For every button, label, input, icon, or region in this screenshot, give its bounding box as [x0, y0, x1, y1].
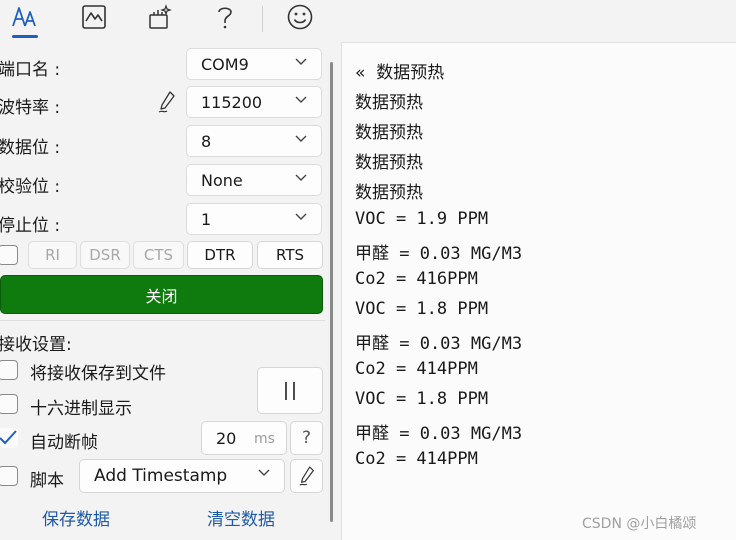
dsr-indicator: DSR: [80, 241, 130, 269]
auto-frame-label: 自动断帧: [30, 433, 98, 453]
active-tab-indicator: [12, 35, 38, 38]
section-divider: [0, 320, 325, 321]
chevron-down-icon: [295, 174, 307, 181]
log-line: 甲醛 = 0.03 MG/M3: [355, 424, 523, 444]
edit-script-button[interactable]: [290, 459, 323, 493]
log-line: 数据预热: [355, 183, 423, 203]
log-line: VOC = 1.9 PPM: [355, 209, 489, 229]
log-line: 数据预热: [355, 123, 423, 143]
chevron-down-icon: [258, 469, 270, 476]
port-label: 端口名 :: [0, 60, 61, 80]
auto-frame-checkbox[interactable]: [0, 428, 18, 448]
ri-indicator: RI: [28, 241, 77, 269]
databits-value: 8: [201, 132, 212, 151]
stopbits-value: 1: [201, 210, 212, 229]
receive-log-panel[interactable]: « 数据预热 数据预热 数据预热 数据预热 数据预热 VOC = 1.9 PPM…: [341, 42, 736, 540]
auto-frame-value: 20: [216, 429, 237, 448]
script-option: Add Timestamp: [94, 466, 228, 486]
hex-display-checkbox[interactable]: [0, 394, 18, 414]
pen-icon: [299, 466, 314, 486]
chevron-down-icon: [295, 135, 307, 142]
receive-settings-title: 接收设置:: [0, 335, 72, 355]
auto-frame-help-button[interactable]: ?: [290, 421, 323, 455]
magic-wand-icon[interactable]: [145, 2, 175, 32]
baud-value: 115200: [201, 93, 263, 112]
dtr-toggle[interactable]: DTR: [187, 241, 253, 269]
baud-select[interactable]: 115200: [186, 86, 322, 118]
flow-control-checkbox[interactable]: [0, 245, 18, 265]
databits-label: 数据位 :: [0, 138, 61, 158]
parity-label: 校验位 :: [0, 177, 61, 197]
toolbar: [0, 0, 736, 40]
stopbits-label: 停止位 :: [0, 216, 61, 236]
stopbits-select[interactable]: 1: [186, 203, 322, 235]
smiley-icon[interactable]: [285, 2, 315, 32]
port-value: COM9: [201, 55, 249, 74]
save-to-file-checkbox[interactable]: [0, 360, 18, 380]
log-line: 甲醛 = 0.03 MG/M3: [355, 244, 523, 264]
chevron-down-icon: [295, 213, 307, 220]
cts-indicator: CTS: [133, 241, 184, 269]
log-line: VOC = 1.8 PPM: [355, 299, 489, 319]
log-line: Co2 = 414PPM: [355, 359, 478, 379]
script-label: 脚本: [30, 471, 64, 491]
watermark: CSDN @小白橘颂: [582, 516, 697, 532]
rts-toggle[interactable]: RTS: [257, 241, 323, 269]
script-checkbox[interactable]: [0, 466, 18, 486]
log-line: « 数据预热: [355, 63, 445, 83]
hex-display-label: 十六进制显示: [30, 399, 132, 419]
auto-frame-ms-input[interactable]: 20 ms: [201, 421, 287, 455]
save-to-file-label: 将接收保存到文件: [30, 364, 166, 384]
log-line: 数据预热: [355, 153, 423, 173]
log-line: 数据预热: [355, 93, 423, 113]
clear-data-button[interactable]: 清空数据: [207, 505, 275, 530]
pause-icon: [285, 381, 295, 400]
help-icon[interactable]: [210, 2, 240, 32]
chevron-down-icon: [295, 96, 307, 103]
settings-scrollbar[interactable]: [330, 62, 333, 522]
close-port-button[interactable]: 关闭: [0, 275, 323, 314]
databits-select[interactable]: 8: [186, 125, 322, 157]
script-select[interactable]: Add Timestamp: [79, 459, 285, 493]
parity-value: None: [201, 171, 243, 190]
chart-icon[interactable]: [79, 2, 109, 32]
log-line: Co2 = 414PPM: [355, 449, 478, 469]
log-line: 甲醛 = 0.03 MG/M3: [355, 334, 523, 354]
chevron-down-icon: [295, 58, 307, 65]
save-data-button[interactable]: 保存数据: [42, 505, 110, 530]
log-line: Co2 = 416PPM: [355, 269, 478, 289]
pause-button[interactable]: [257, 367, 323, 414]
toolbar-separator: [262, 6, 263, 32]
auto-frame-unit: ms: [254, 431, 275, 447]
text-style-icon[interactable]: [10, 2, 40, 32]
parity-select[interactable]: None: [186, 164, 322, 196]
baud-label: 波特率 :: [0, 98, 61, 118]
log-line: VOC = 1.8 PPM: [355, 389, 489, 409]
checkmark-icon: [0, 430, 17, 445]
pen-icon[interactable]: [157, 90, 177, 114]
port-select[interactable]: COM9: [186, 48, 322, 80]
